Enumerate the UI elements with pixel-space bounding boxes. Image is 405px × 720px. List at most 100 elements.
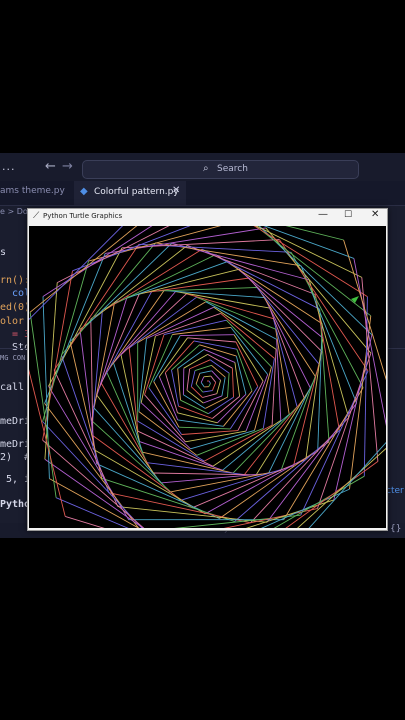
panel-header[interactable]: MG CON: [0, 354, 25, 362]
code-line: s: [0, 247, 7, 258]
pattern-segment: [190, 370, 196, 387]
pattern-segment: [227, 373, 230, 398]
pattern-segment: [190, 386, 203, 398]
pattern-segment: [120, 354, 140, 442]
pattern-segment: [177, 419, 224, 427]
pattern-segment: [226, 319, 272, 368]
tab-bar: ams theme.py ◆ Colorful pattern.py ✕: [0, 181, 405, 206]
pattern-segment: [178, 426, 231, 430]
pattern-segment: [100, 382, 154, 474]
pattern-segment: [199, 370, 212, 374]
pattern-segment: [316, 353, 372, 509]
pattern-segment: [244, 397, 305, 475]
pattern-segment: [189, 359, 211, 370]
terminal-line: 2) #: [0, 452, 31, 463]
search-input[interactable]: ⌕ Search: [82, 160, 359, 179]
forward-arrow-icon[interactable]: →: [62, 159, 73, 174]
pattern-segment: [195, 373, 201, 385]
maximize-button[interactable]: ☐: [344, 210, 352, 220]
pattern-segment: [195, 383, 204, 393]
pattern-segment: [305, 337, 324, 460]
turtle-window-titlebar[interactable]: ⟋ Python Turtle Graphics — ☐ ✕: [28, 209, 387, 225]
pattern-segment: [163, 290, 265, 299]
pattern-segment: [189, 488, 350, 561]
turtle-cursor-icon: [351, 296, 359, 303]
pattern-segment: [44, 458, 190, 561]
pattern-segment: [216, 380, 222, 394]
menu-dots[interactable]: ...: [2, 160, 16, 173]
feather-icon: ⟋: [33, 211, 40, 221]
back-arrow-icon[interactable]: ←: [45, 159, 56, 174]
python-file-icon: ◆: [80, 186, 88, 197]
tab-label: Colorful pattern.py: [94, 187, 179, 197]
pattern-segment: [139, 441, 223, 471]
code-line: olor: [0, 316, 25, 327]
pattern-segment: [191, 459, 306, 509]
terminal-line: call: [0, 382, 25, 393]
pattern-segment: [164, 340, 195, 374]
pattern-segment: [128, 347, 139, 432]
pattern-segment: [210, 375, 217, 383]
pattern-segment: [202, 390, 213, 393]
pattern-segment: [186, 389, 204, 404]
pattern-segment: [208, 380, 211, 384]
spiral-pattern: [18, 192, 402, 573]
pattern-segment: [204, 451, 318, 515]
editor-titlebar: ... ← → ⌕ Search: [0, 153, 405, 181]
close-tab-icon[interactable]: ✕: [172, 185, 180, 196]
pattern-segment: [158, 337, 188, 377]
pattern-segment: [343, 239, 402, 427]
pattern-segment: [113, 291, 176, 364]
pattern-segment: [29, 312, 57, 498]
pattern-segment: [128, 296, 197, 349]
pattern-segment: [153, 335, 181, 382]
pattern-segment: [175, 291, 270, 309]
pattern-segment: [180, 334, 235, 337]
pattern-segment: [212, 396, 240, 419]
pattern-segment: [276, 339, 282, 421]
pattern-segment: [272, 318, 298, 407]
breadcrumb[interactable]: e > Do: [0, 207, 28, 216]
pattern-segment: [140, 402, 191, 450]
tab-theme[interactable]: ams theme.py: [0, 186, 65, 196]
pattern-segment: [220, 313, 275, 359]
minimize-button[interactable]: —: [318, 209, 328, 220]
pattern-segment: [208, 383, 211, 387]
pattern-segment: [233, 334, 264, 382]
pattern-segment: [137, 420, 205, 462]
pattern-segment: [269, 307, 305, 399]
pattern-segment: [65, 515, 249, 573]
search-placeholder: Search: [217, 164, 248, 174]
pattern-segment: [221, 377, 226, 396]
code-line: rn():: [0, 275, 31, 286]
pattern-segment: [229, 386, 259, 430]
pattern-segment: [177, 368, 181, 401]
pattern-segment: [178, 405, 213, 419]
pattern-segment: [317, 323, 323, 452]
pattern-segment: [142, 451, 234, 474]
pattern-segment: [202, 393, 217, 398]
turtle-canvas[interactable]: [18, 192, 402, 573]
pattern-segment: [200, 376, 205, 383]
pattern-segment: [227, 461, 379, 571]
pattern-segment: [211, 382, 217, 391]
pattern-segment: [155, 508, 318, 544]
pattern-segment: [185, 430, 247, 443]
turtle-window-title: Python Turtle Graphics: [43, 212, 123, 220]
tab-colorful-pattern[interactable]: ◆ Colorful pattern.py ✕: [74, 181, 186, 205]
pattern-segment: [222, 413, 290, 471]
pattern-segment: [42, 296, 50, 479]
braces-icon[interactable]: {}: [390, 524, 401, 534]
pattern-segment: [171, 499, 334, 553]
turtle-graphics-window: ⟋ Python Turtle Graphics — ☐ ✕: [18, 192, 402, 573]
pattern-segment: [91, 434, 193, 509]
close-button[interactable]: ✕: [371, 209, 379, 220]
pattern-segment: [137, 430, 214, 467]
pattern-segment: [203, 375, 211, 378]
pattern-segment: [230, 327, 269, 375]
pattern-segment: [138, 338, 147, 412]
pattern-segment: [231, 368, 234, 398]
code-line: ed(0): [0, 302, 31, 313]
pattern-segment: [200, 382, 205, 388]
pattern-segment: [248, 444, 391, 573]
